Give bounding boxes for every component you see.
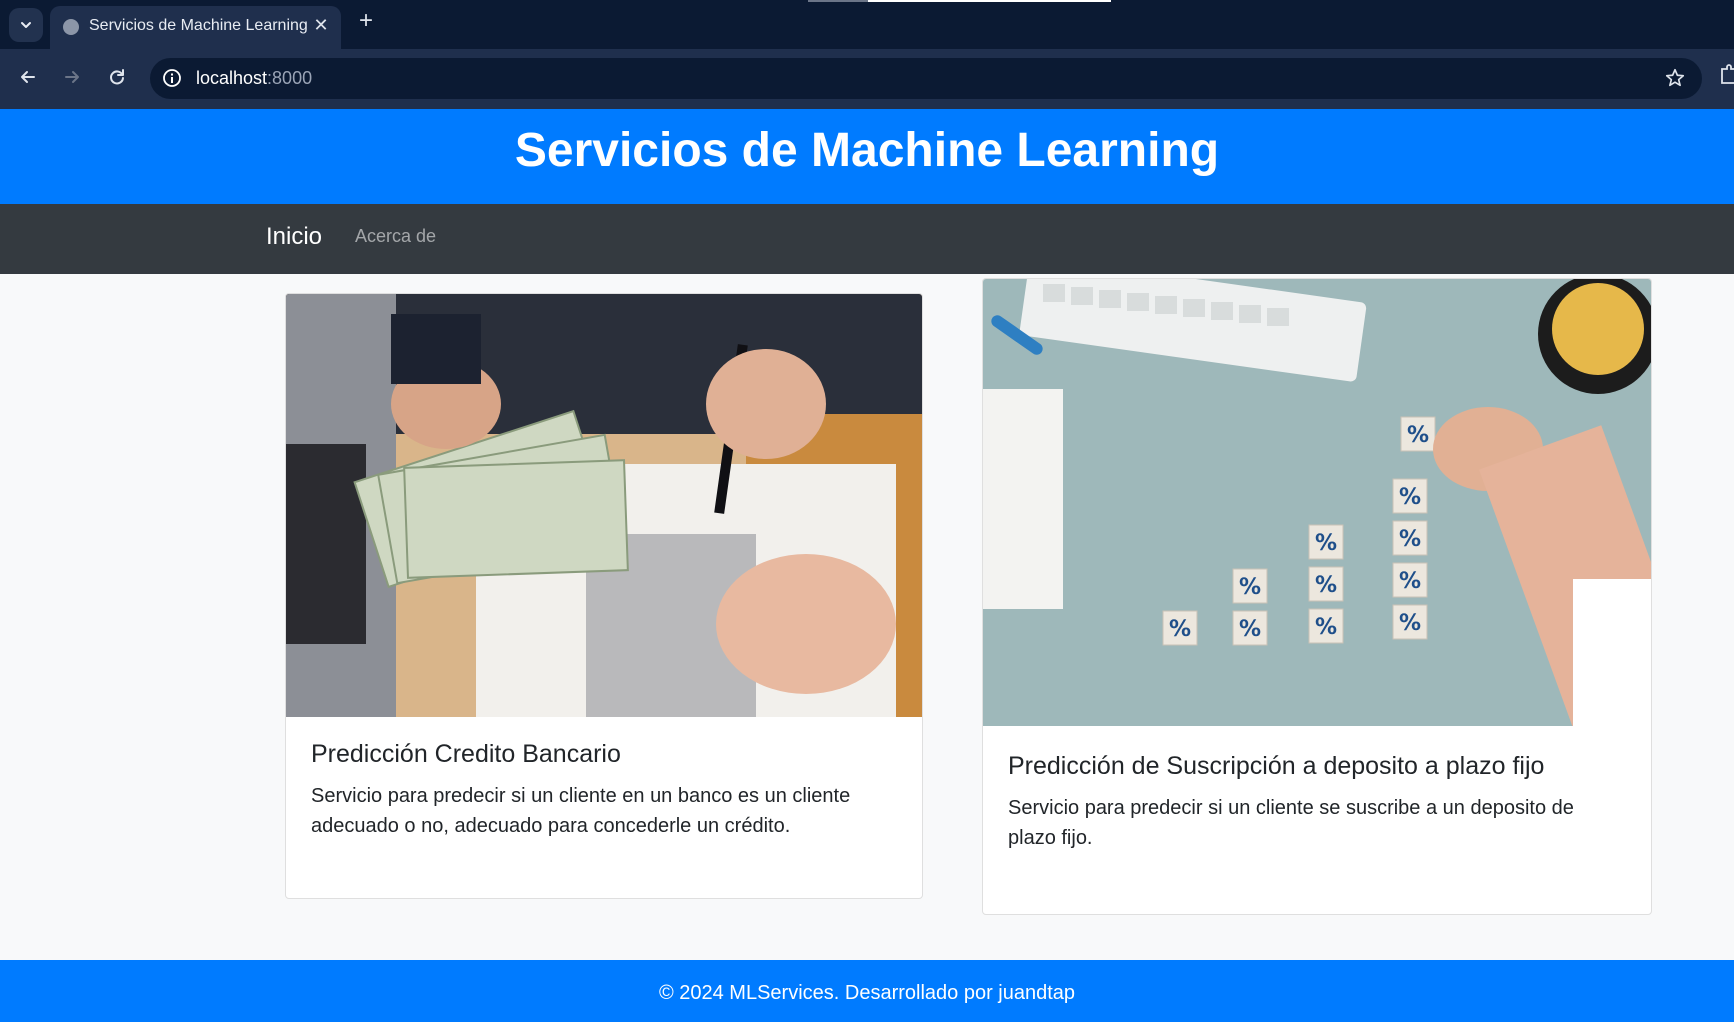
info-icon[interactable] xyxy=(162,68,182,88)
chevron-down-icon xyxy=(21,22,31,28)
card-image-deposit-photo[interactable]: % %% %%% %%%% % xyxy=(983,279,1651,726)
main-navbar: Inicio Acerca de xyxy=(0,204,1734,274)
svg-text:%: % xyxy=(1399,485,1421,510)
browser-toolbar: localhost:8000 xyxy=(0,49,1734,109)
close-icon[interactable]: ✕ xyxy=(310,14,332,36)
svg-text:%: % xyxy=(1407,423,1429,448)
browser-tab-strip: Servicios de Machine Learning ✕ + xyxy=(0,0,1734,49)
arrow-right-icon xyxy=(65,71,79,83)
nav-link-acerca-de[interactable]: Acerca de xyxy=(355,226,436,247)
card-title: Predicción Credito Bancario xyxy=(311,740,621,768)
percent-blocks-illustration: % %% %%% %%%% % xyxy=(983,279,1651,726)
svg-text:%: % xyxy=(1169,617,1191,642)
bookmark-star-icon[interactable] xyxy=(1664,67,1686,89)
service-card-credito[interactable]: Predicción Credito Bancario Servicio par… xyxy=(285,293,923,899)
site-footer: © 2024 MLServices. Desarrollado por juan… xyxy=(0,960,1734,1022)
url-port: :8000 xyxy=(267,68,313,88)
page-title: Servicios de Machine Learning xyxy=(514,124,1220,177)
card-description: Servicio para predecir si un cliente se … xyxy=(1008,797,1574,849)
address-bar[interactable]: localhost:8000 xyxy=(150,58,1702,99)
reload-icon xyxy=(110,69,124,85)
tab-strip-accent-dark xyxy=(808,0,868,2)
browser-tab[interactable]: Servicios de Machine Learning ✕ xyxy=(50,6,341,49)
svg-text:%: % xyxy=(1399,527,1421,552)
svg-text:%: % xyxy=(1399,569,1421,594)
globe-icon xyxy=(63,19,79,35)
card-body: Predicción de Suscripción a deposito a p… xyxy=(1008,752,1626,853)
tab-search-button[interactable] xyxy=(9,8,43,42)
back-button[interactable] xyxy=(12,61,44,93)
card-body: Predicción Credito Bancario Servicio par… xyxy=(311,740,897,841)
arrow-left-icon xyxy=(21,71,35,83)
tab-title: Servicios de Machine Learning xyxy=(89,17,308,34)
svg-text:%: % xyxy=(1239,575,1261,600)
svg-text:%: % xyxy=(1239,617,1261,642)
card-description: Servicio para predecir si un cliente en … xyxy=(311,785,851,837)
extensions-button[interactable] xyxy=(1718,63,1734,93)
url-host: localhost xyxy=(196,68,268,88)
card-image-credit-photo[interactable] xyxy=(286,294,922,717)
card-title: Predicción de Suscripción a deposito a p… xyxy=(1008,752,1545,780)
service-card-deposito[interactable]: % %% %%% %%%% % Predicción de Suscripció… xyxy=(982,278,1652,915)
svg-text:%: % xyxy=(1399,611,1421,636)
new-tab-button[interactable]: + xyxy=(354,9,378,34)
reload-button[interactable] xyxy=(101,61,133,93)
nav-link-inicio[interactable]: Inicio xyxy=(266,223,322,251)
site-header: Servicios de Machine Learning xyxy=(0,109,1734,204)
svg-text:%: % xyxy=(1315,615,1337,640)
puzzle-icon xyxy=(1721,64,1734,84)
tab-strip-accent xyxy=(868,0,1111,2)
svg-text:%: % xyxy=(1315,531,1337,556)
forward-button[interactable] xyxy=(56,61,88,93)
footer-copyright: © 2024 MLServices. Desarrollado por juan… xyxy=(658,982,1076,1004)
url-text[interactable]: localhost:8000 xyxy=(196,68,312,89)
svg-text:%: % xyxy=(1315,573,1337,598)
money-handover-illustration xyxy=(286,294,922,717)
